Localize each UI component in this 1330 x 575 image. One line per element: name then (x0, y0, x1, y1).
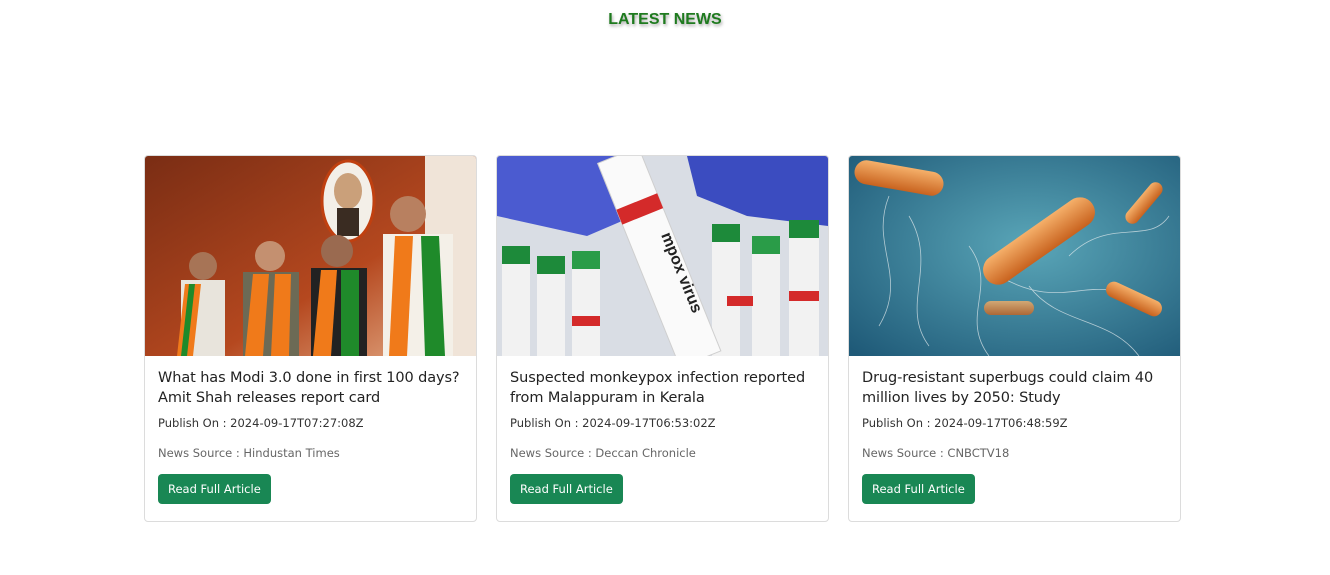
page-title: LATEST NEWS (608, 11, 722, 28)
card-body: Drug-resistant superbugs could claim 40 … (849, 356, 1180, 504)
article-image-mpox[interactable]: mpox virus (497, 156, 828, 356)
card-body: What has Modi 3.0 done in first 100 days… (145, 356, 476, 504)
news-card: mpox virus Suspected monkeypox infection… (496, 155, 829, 522)
news-source: News Source : CNBCTV18 (862, 446, 1010, 460)
article-title[interactable]: Drug-resistant superbugs could claim 40 … (862, 368, 1167, 408)
article-image-politics[interactable] (145, 156, 476, 356)
read-full-article-button[interactable]: Read Full Article (158, 474, 271, 504)
news-card: What has Modi 3.0 done in first 100 days… (144, 155, 477, 522)
publish-date: Publish On : 2024-09-17T06:53:02Z (510, 416, 716, 430)
news-card-list: What has Modi 3.0 done in first 100 days… (144, 155, 1184, 523)
read-full-article-button[interactable]: Read Full Article (862, 474, 975, 504)
card-body: Suspected monkeypox infection reported f… (497, 356, 828, 504)
news-card: Drug-resistant superbugs could claim 40 … (848, 155, 1181, 522)
article-title[interactable]: Suspected monkeypox infection reported f… (510, 368, 815, 408)
article-title[interactable]: What has Modi 3.0 done in first 100 days… (158, 368, 463, 408)
news-source: News Source : Hindustan Times (158, 446, 340, 460)
read-full-article-button[interactable]: Read Full Article (510, 474, 623, 504)
publish-date: Publish On : 2024-09-17T07:27:08Z (158, 416, 364, 430)
article-image-bacteria[interactable] (849, 156, 1180, 356)
news-source: News Source : Deccan Chronicle (510, 446, 696, 460)
publish-date: Publish On : 2024-09-17T06:48:59Z (862, 416, 1068, 430)
news-page: LATEST NEWS What has Modi 3.0 done in fi… (0, 0, 1330, 575)
